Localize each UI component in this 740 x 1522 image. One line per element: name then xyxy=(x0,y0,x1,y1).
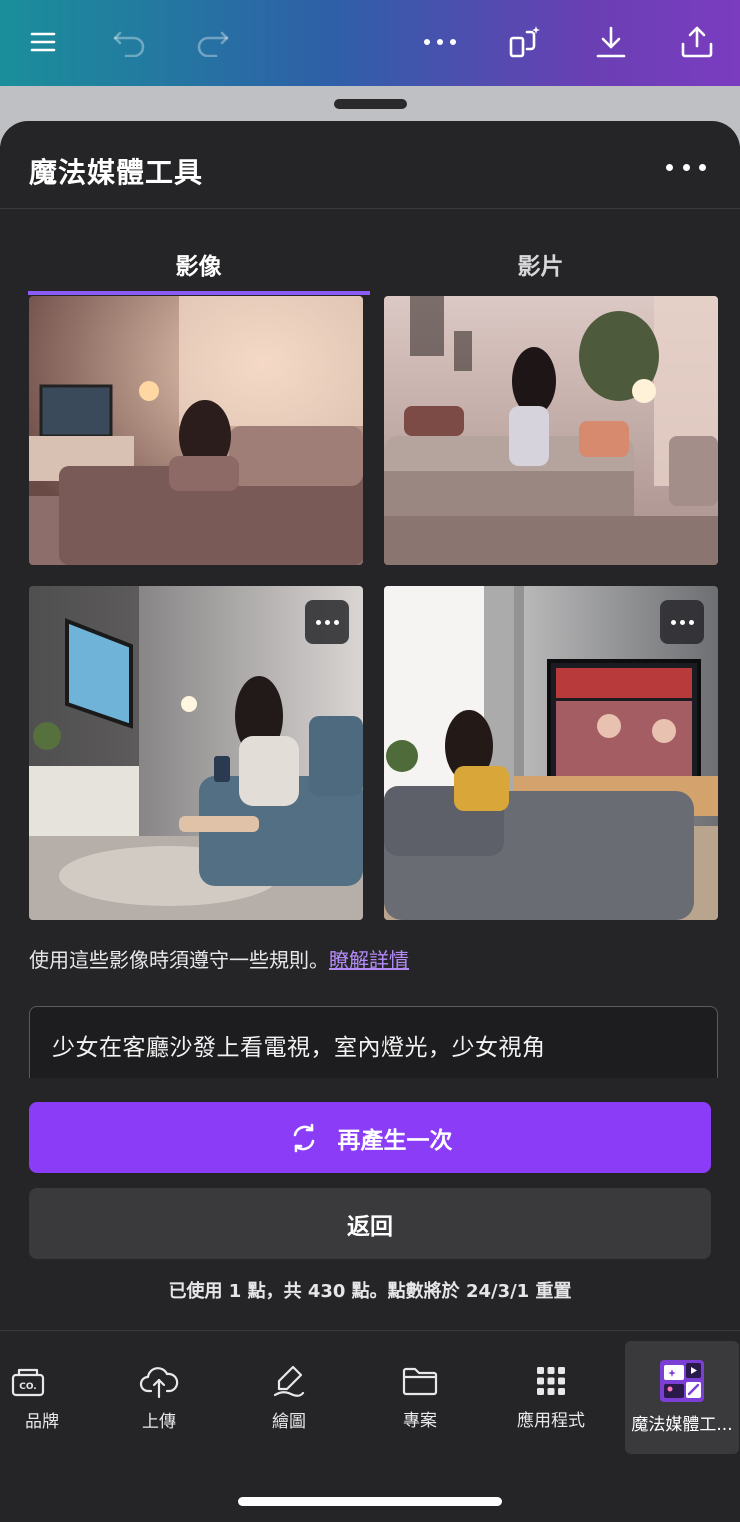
apps-grid-icon xyxy=(537,1367,565,1395)
sheet-drag-handle[interactable] xyxy=(334,99,407,109)
nav-projects-label: 專案 xyxy=(403,1411,437,1431)
usage-rules: 使用這些影像時須遵守一些規則。瞭解詳情 xyxy=(29,944,409,973)
learn-more-link[interactable]: 瞭解詳情 xyxy=(329,948,409,972)
undo-icon[interactable] xyxy=(108,20,152,64)
share-icon[interactable] xyxy=(675,20,719,64)
nav-apps-label: 應用程式 xyxy=(517,1411,585,1431)
regenerate-button[interactable]: 再產生一次 xyxy=(29,1102,711,1173)
generated-image-3[interactable] xyxy=(29,586,363,920)
image-3-more-icon[interactable] xyxy=(305,600,349,644)
magic-media-sheet: 魔法媒體工具 影像 影片 使用這些影像時須遵守一些規則。瞭解詳情 少女在客廳沙發… xyxy=(0,121,740,1522)
generated-image-2[interactable] xyxy=(384,296,718,565)
folder-icon xyxy=(402,1367,438,1396)
sheet-title: 魔法媒體工具 xyxy=(29,156,204,189)
regenerate-label: 再產生一次 xyxy=(337,1127,453,1154)
usage-rules-text: 使用這些影像時須遵守一些規則。 xyxy=(29,948,329,972)
image-4-more-icon[interactable] xyxy=(660,600,704,644)
nav-magic-media-label: 魔法媒體工... xyxy=(631,1415,733,1435)
magic-resize-icon[interactable] xyxy=(503,20,547,64)
nav-magic-media[interactable]: 魔法媒體工... xyxy=(625,1341,739,1454)
nav-draw[interactable]: 繪圖 xyxy=(232,1341,346,1454)
nav-upload[interactable]: 上傳 xyxy=(102,1341,216,1454)
credits-status: 已使用 1 點，共 430 點。點數將於 24/3/1 重置 xyxy=(168,1281,572,1302)
prompt-input[interactable]: 少女在客廳沙發上看電視，室內燈光，少女視角 xyxy=(29,1006,718,1078)
tab-videos[interactable]: 影片 xyxy=(370,231,711,297)
generated-image-1[interactable] xyxy=(29,296,363,565)
download-icon[interactable] xyxy=(589,20,633,64)
tab-images[interactable]: 影像 xyxy=(28,231,369,297)
media-tabs: 影像 影片 xyxy=(0,231,740,297)
brand-icon: CO. xyxy=(11,1368,45,1397)
svg-text:CO.: CO. xyxy=(19,1382,36,1392)
nav-upload-label: 上傳 xyxy=(142,1412,176,1432)
nav-draw-label: 繪圖 xyxy=(272,1412,306,1432)
upload-cloud-icon xyxy=(139,1367,179,1399)
nav-brand-label: 品牌 xyxy=(25,1412,59,1432)
sheet-header: 魔法媒體工具 xyxy=(0,121,740,209)
prompt-text: 少女在客廳沙發上看電視，室內燈光，少女視角 xyxy=(52,1035,546,1061)
nav-brand[interactable]: CO. 品牌 xyxy=(0,1341,85,1454)
home-indicator xyxy=(238,1497,502,1506)
nav-apps[interactable]: 應用程式 xyxy=(494,1341,608,1454)
generated-image-4[interactable] xyxy=(384,586,718,920)
nav-projects[interactable]: 專案 xyxy=(363,1341,477,1454)
active-tab-indicator xyxy=(28,291,370,295)
redo-icon[interactable] xyxy=(190,20,234,64)
back-button[interactable]: 返回 xyxy=(29,1188,711,1259)
menu-icon[interactable] xyxy=(21,20,65,64)
magic-media-icon xyxy=(660,1360,704,1402)
refresh-icon xyxy=(293,1123,314,1152)
sheet-more-icon[interactable] xyxy=(666,153,706,181)
bottom-nav: CO. 品牌 上傳 繪圖 專案 應用程式 魔法媒體工... xyxy=(0,1330,740,1522)
draw-icon xyxy=(273,1365,305,1397)
editor-toolbar xyxy=(0,0,740,86)
back-label: 返回 xyxy=(347,1213,393,1240)
more-icon[interactable] xyxy=(418,20,462,64)
